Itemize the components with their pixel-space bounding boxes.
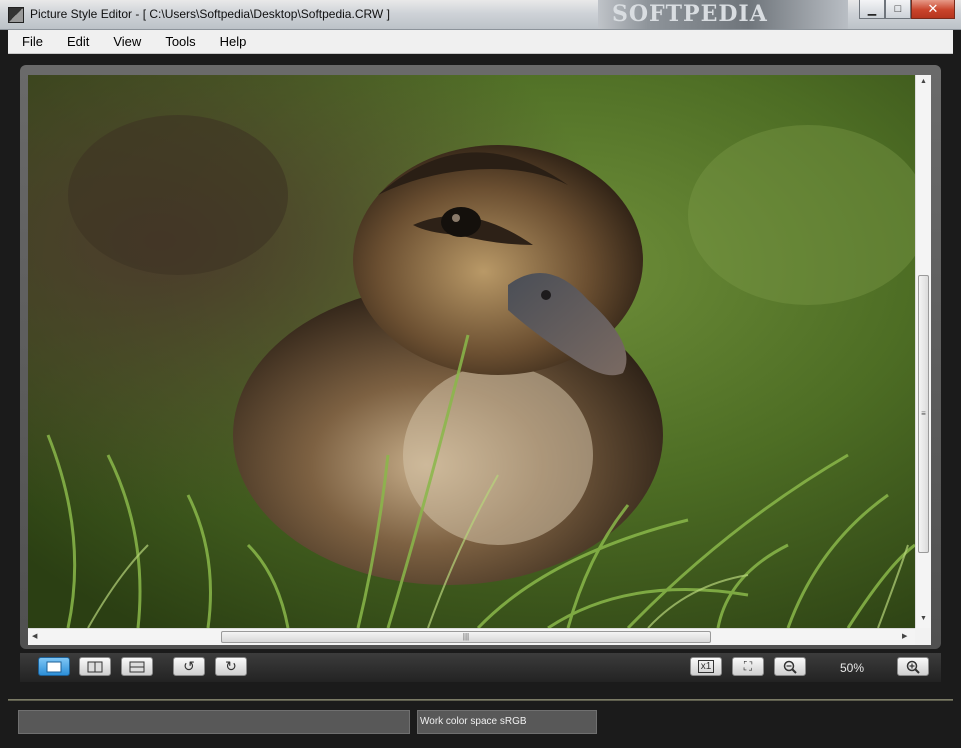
app-icon <box>8 7 24 23</box>
minimize-button[interactable]: ▁ <box>859 0 885 19</box>
app-window: Picture Style Editor - [ C:\Users\Softpe… <box>0 0 961 748</box>
rotate-left-button[interactable]: ↺ <box>173 657 205 676</box>
menu-bar: File Edit View Tools Help <box>8 30 953 54</box>
window-title: Picture Style Editor - [ C:\Users\Softpe… <box>30 7 390 21</box>
single-view-button[interactable] <box>38 657 70 676</box>
scroll-right-icon[interactable]: ▶ <box>902 632 907 640</box>
rotate-left-icon: ↺ <box>183 658 195 674</box>
zoom-in-icon <box>906 660 920 674</box>
status-separator <box>8 699 953 701</box>
zoom-level-label: 50% <box>840 661 865 675</box>
single-view-icon <box>46 661 62 672</box>
split-horizontal-icon <box>129 661 145 672</box>
color-space-status: Work color space sRGB <box>417 710 597 734</box>
menu-tools[interactable]: Tools <box>151 34 205 49</box>
split-view-button[interactable] <box>79 657 111 676</box>
scroll-up-icon[interactable]: ▲ <box>920 78 927 85</box>
rotate-right-icon: ↻ <box>225 658 237 674</box>
status-panel-left <box>18 710 410 734</box>
close-icon: ✕ <box>927 1 939 16</box>
title-bar: Picture Style Editor - [ C:\Users\Softpe… <box>0 0 961 30</box>
actual-size-button[interactable]: x1 <box>690 657 722 676</box>
minimize-icon: ▁ <box>867 3 877 16</box>
scroll-left-icon[interactable]: ◀ <box>32 632 37 640</box>
menu-file[interactable]: File <box>8 34 53 49</box>
zoom-out-icon <box>783 660 797 674</box>
grip-icon: ≡ <box>921 409 926 418</box>
grip-icon: ||| <box>462 632 470 641</box>
vertical-scrollbar[interactable]: ▲ ≡ ▼ <box>915 75 931 628</box>
image-viewport: ▲ ≡ ▼ ◀ ||| ▶ <box>28 75 931 645</box>
menu-help[interactable]: Help <box>206 34 257 49</box>
window-controls: ▁ □ ✕ <box>859 0 955 20</box>
fit-window-icon: ⛶ <box>743 659 753 673</box>
rotate-right-button[interactable]: ↻ <box>215 657 247 676</box>
menu-edit[interactable]: Edit <box>53 34 99 49</box>
zoom-in-button[interactable] <box>897 657 929 676</box>
maximize-button[interactable]: □ <box>885 0 911 19</box>
view-toolbar: ↺ ↻ x1 ⛶ 50% <box>20 653 941 682</box>
preview-image[interactable] <box>28 75 915 628</box>
scroll-down-icon[interactable]: ▼ <box>920 615 927 622</box>
zoom-out-button[interactable] <box>774 657 806 676</box>
vertical-scroll-thumb[interactable]: ≡ <box>918 275 929 553</box>
fit-window-button[interactable]: ⛶ <box>732 657 764 676</box>
actual-size-icon: x1 <box>697 660 715 673</box>
menu-view[interactable]: View <box>99 34 151 49</box>
watermark-logo: SOFTPEDIA <box>598 0 848 29</box>
horizontal-scrollbar[interactable]: ◀ ||| ▶ <box>28 628 915 645</box>
duckling-photo <box>28 75 915 628</box>
split-horizontal-button[interactable] <box>121 657 153 676</box>
close-button[interactable]: ✕ <box>911 0 955 19</box>
horizontal-scroll-thumb[interactable]: ||| <box>221 631 711 643</box>
maximize-icon: □ <box>894 3 902 15</box>
split-view-icon <box>87 661 103 672</box>
